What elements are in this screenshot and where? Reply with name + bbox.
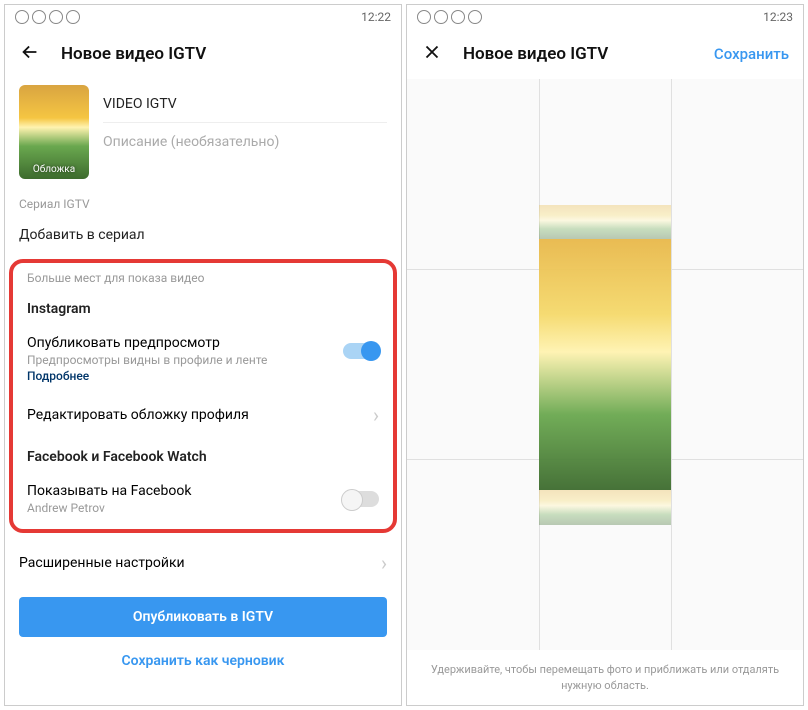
series-section-label: Сериал IGTV — [5, 179, 401, 217]
fb-user: Andrew Petrov — [27, 501, 343, 515]
phone-left: 12:22 Новое видео IGTV Обложка VIDEO IGT… — [4, 4, 402, 706]
highlight-box: Больше мест для показа видео Instagram О… — [9, 259, 397, 533]
crop-area[interactable] — [407, 79, 803, 650]
status-icons — [15, 10, 80, 24]
crop-hint: Удерживайте, чтобы перемещать фото и при… — [407, 650, 803, 705]
back-icon[interactable] — [19, 41, 41, 67]
status-time: 12:22 — [361, 10, 391, 24]
more-places-label: Больше мест для показа видео — [13, 263, 393, 291]
preview-sub: Предпросмотры видны в профиле и ленте — [27, 353, 343, 367]
content: Обложка VIDEO IGTV Описание (необязатель… — [5, 79, 401, 705]
phone-right: 12:23 Новое видео IGTV Сохранить Удержив… — [406, 4, 804, 706]
chevron-icon — [381, 551, 387, 575]
close-icon[interactable] — [421, 41, 443, 67]
status-bar: 12:23 — [407, 5, 803, 29]
edit-cover-row[interactable]: Редактировать обложку профиля — [13, 391, 393, 439]
more-link[interactable]: Подробнее — [13, 367, 393, 391]
status-icons — [417, 10, 482, 24]
facebook-heading: Facebook и Facebook Watch — [13, 439, 393, 475]
crop-image[interactable] — [539, 239, 671, 490]
status-bar: 12:22 — [5, 5, 401, 29]
edit-cover-label: Редактировать обложку профиля — [27, 407, 249, 423]
crop-image-fade — [539, 205, 671, 239]
fb-toggle[interactable] — [343, 491, 379, 507]
header: Новое видео IGTV Сохранить — [407, 29, 803, 79]
video-desc-field[interactable]: Описание (необязательно) — [103, 123, 387, 161]
header: Новое видео IGTV — [5, 29, 401, 79]
fb-toggle-row: Показывать на Facebook Andrew Petrov — [13, 475, 393, 523]
advanced-row[interactable]: Расширенные настройки — [5, 539, 401, 587]
cover-thumbnail[interactable]: Обложка — [19, 85, 89, 179]
preview-toggle-row: Опубликовать предпросмотр Предпросмотры … — [13, 327, 393, 367]
page-title: Новое видео IGTV — [61, 44, 387, 64]
fb-show-label: Показывать на Facebook — [27, 483, 343, 499]
video-title-field[interactable]: VIDEO IGTV — [103, 85, 387, 123]
draft-button[interactable]: Сохранить как черновик — [5, 643, 401, 679]
publish-button[interactable]: Опубликовать в IGTV — [19, 597, 387, 637]
preview-toggle[interactable] — [343, 343, 379, 359]
grid-line — [671, 79, 672, 650]
cover-label: Обложка — [33, 164, 75, 175]
save-button[interactable]: Сохранить — [714, 45, 789, 63]
status-time: 12:23 — [763, 10, 793, 24]
preview-label: Опубликовать предпросмотр — [27, 335, 343, 351]
video-info-row: Обложка VIDEO IGTV Описание (необязатель… — [5, 79, 401, 179]
page-title: Новое видео IGTV — [463, 44, 694, 64]
instagram-heading: Instagram — [13, 291, 393, 327]
chevron-icon — [373, 403, 379, 427]
advanced-label: Расширенные настройки — [19, 555, 185, 571]
crop-image-fade — [539, 490, 671, 524]
add-to-series[interactable]: Добавить в сериал — [5, 217, 401, 253]
